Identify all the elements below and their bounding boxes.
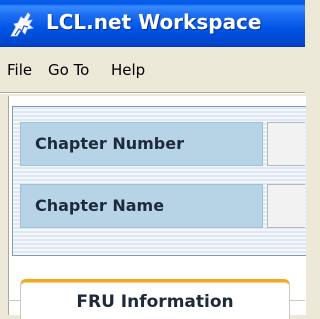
- tab-label: FRU Information: [76, 292, 234, 312]
- chapter-number-label: Chapter Number: [20, 122, 263, 166]
- chapter-name-label: Chapter Name: [20, 184, 263, 228]
- menu-help[interactable]: Help: [111, 61, 145, 79]
- title-bar[interactable]: LCL.net Workspace: [0, 0, 305, 47]
- tab-strip-line-left: [8, 300, 20, 301]
- chapter-name-field[interactable]: [267, 184, 305, 228]
- app-logo-icon: [10, 12, 34, 37]
- chapter-number-row: Chapter Number: [20, 122, 305, 166]
- menu-file[interactable]: File: [7, 61, 32, 79]
- menu-go-to[interactable]: Go To: [48, 61, 89, 79]
- window-title: LCL.net Workspace: [46, 10, 262, 34]
- tab-strip-line-right: [290, 300, 305, 301]
- tab-fru-information[interactable]: FRU Information: [20, 279, 290, 319]
- menu-bar: File Go To Help: [0, 47, 305, 92]
- chapter-name-row: Chapter Name: [20, 184, 305, 228]
- menu-divider-highlight: [0, 93, 305, 94]
- chapter-number-field[interactable]: [267, 122, 305, 166]
